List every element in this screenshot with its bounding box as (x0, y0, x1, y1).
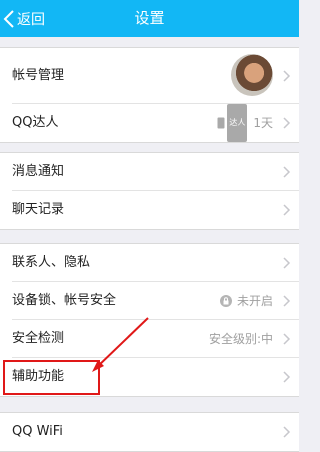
chevron-right-icon (283, 204, 291, 216)
qq-master-tag: 达人 (227, 104, 248, 142)
security-check-value: 安全级别:中 (209, 320, 273, 358)
security-level: 安全级别:中 (208, 332, 273, 346)
back-button[interactable]: 返回 (3, 0, 45, 37)
account-group: 帐号管理 QQ达人 达人 1天 (0, 47, 299, 143)
chevron-right-icon (283, 426, 291, 438)
device-lock-value: 未开启 (219, 282, 273, 320)
device-lock-label: 设备锁、帐号安全 (12, 293, 117, 308)
messages-group: 消息通知 聊天记录 (0, 152, 299, 230)
avatar (231, 54, 273, 96)
qq-master-badge: 达人 (217, 104, 248, 142)
security-check-row[interactable]: 安全检测 安全级别:中 (12, 320, 299, 358)
chat-history-label: 聊天记录 (12, 202, 65, 217)
device-lock-status: 未开启 (236, 294, 273, 308)
qq-master-label: QQ达人 (12, 115, 59, 130)
chevron-right-icon (283, 333, 291, 345)
highlight-box (3, 360, 100, 395)
back-label: 返回 (17, 11, 45, 28)
chat-history-row[interactable]: 聊天记录 (12, 191, 299, 229)
navbar: 返回 设置 (0, 0, 299, 37)
chevron-right-icon (283, 70, 291, 82)
notifications-row[interactable]: 消息通知 (12, 153, 299, 191)
phone-icon (217, 117, 225, 129)
chevron-right-icon (283, 257, 291, 269)
qq-master-row[interactable]: QQ达人 达人 1天 (12, 104, 299, 142)
qq-master-days: 1天 (253, 116, 273, 130)
qq-wifi-label: QQ WiFi (12, 424, 63, 439)
lock-icon (219, 295, 232, 307)
chevron-right-icon (283, 295, 291, 307)
contacts-privacy-label: 联系人、隐私 (12, 255, 91, 270)
account-management-row[interactable]: 帐号管理 (12, 48, 299, 104)
chevron-right-icon (283, 166, 291, 178)
qq-wifi-row[interactable]: QQ WiFi (12, 413, 299, 451)
wifi-group: QQ WiFi (0, 412, 299, 452)
qq-master-value: 达人 1天 (217, 104, 273, 142)
contacts-privacy-row[interactable]: 联系人、隐私 (12, 244, 299, 282)
chevron-right-icon (283, 117, 291, 129)
chevron-left-icon (3, 9, 14, 28)
chevron-right-icon (283, 371, 291, 383)
account-management-label: 帐号管理 (12, 68, 65, 83)
notifications-label: 消息通知 (12, 164, 65, 179)
security-check-label: 安全检测 (12, 331, 65, 346)
device-lock-row[interactable]: 设备锁、帐号安全 未开启 (12, 282, 299, 320)
